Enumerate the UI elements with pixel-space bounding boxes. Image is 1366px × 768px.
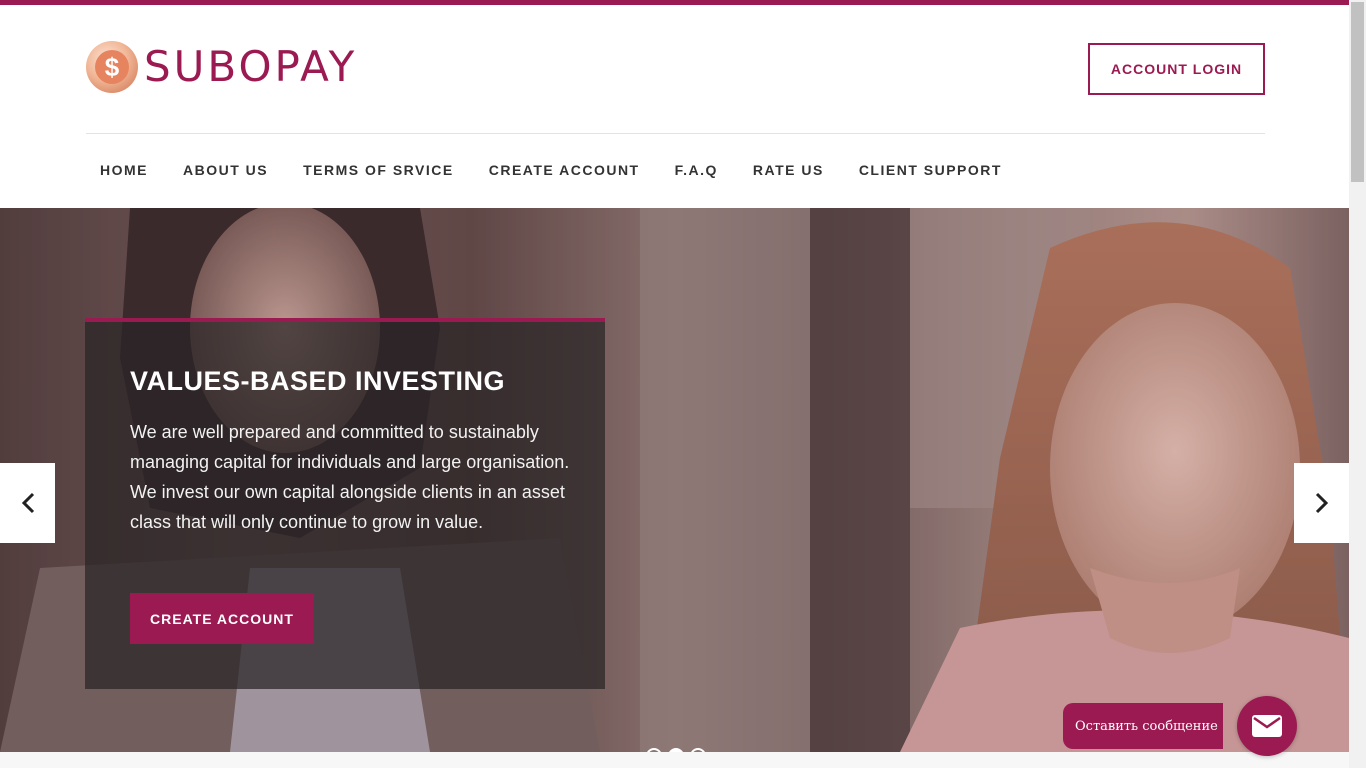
slider-prev-button[interactable]: [0, 463, 55, 543]
nav-item-client-support[interactable]: CLIENT SUPPORT: [845, 150, 1016, 190]
slider-next-button[interactable]: [1294, 463, 1349, 543]
hero-title: VALUES-BASED INVESTING: [130, 366, 506, 396]
main-nav: HOME ABOUT US TERMS OF SRVICE CREATE ACC…: [86, 150, 1023, 190]
page-bottom-strip: [0, 752, 1349, 768]
account-login-button[interactable]: ACCOUNT LOGIN: [1088, 43, 1265, 95]
create-account-button[interactable]: CREATE ACCOUNT: [130, 593, 314, 644]
scrollbar-thumb[interactable]: [1351, 2, 1364, 182]
hero-caption-panel: VALUES-BASED INVESTING We are well prepa…: [85, 318, 605, 689]
envelope-icon: [1252, 715, 1282, 737]
brand-name: SUBOPAY: [144, 42, 358, 91]
chevron-left-icon: [21, 492, 34, 514]
chat-label-bubble[interactable]: Оставить сообщение: [1063, 703, 1223, 749]
page-scrollbar[interactable]: [1349, 0, 1366, 768]
header-divider: [86, 133, 1265, 134]
nav-item-create-account[interactable]: CREATE ACCOUNT: [475, 150, 654, 190]
hero-description: We are well prepared and committed to su…: [130, 422, 570, 532]
dollar-coin-icon: $: [86, 41, 138, 93]
chat-open-button[interactable]: [1237, 696, 1297, 756]
nav-item-terms[interactable]: TERMS OF SRVICE: [289, 150, 468, 190]
nav-item-about-us[interactable]: ABOUT US: [169, 150, 282, 190]
hero-slider: VALUES-BASED INVESTING We are well prepa…: [0, 208, 1349, 752]
nav-item-faq[interactable]: F.A.Q: [661, 150, 732, 190]
nav-item-rate-us[interactable]: RATE US: [739, 150, 838, 190]
chevron-right-icon: [1315, 492, 1328, 514]
nav-item-home[interactable]: HOME: [86, 150, 162, 190]
logo[interactable]: $ SUBOPAY: [86, 41, 357, 93]
site-header: $ SUBOPAY ACCOUNT LOGIN HOME ABOUT US TE…: [0, 5, 1349, 208]
